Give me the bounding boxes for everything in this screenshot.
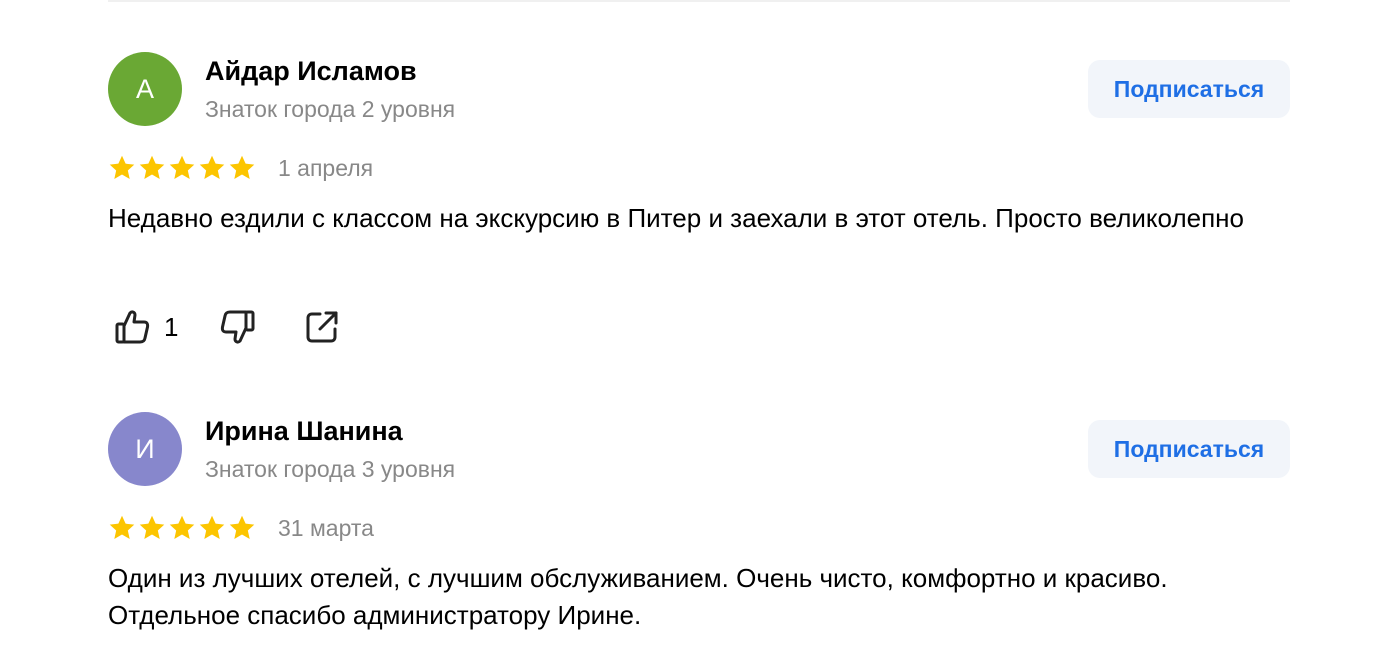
subscribe-button[interactable]: Подписаться [1088, 60, 1290, 118]
top-divider [108, 0, 1290, 2]
thumbs-up-icon [115, 310, 150, 344]
author-name[interactable]: Айдар Исламов [205, 56, 417, 87]
share-button[interactable] [302, 307, 342, 347]
author-level: Знаток города 3 уровня [205, 456, 456, 482]
star-icon [109, 515, 135, 539]
star-icon [169, 155, 195, 179]
star-icon [199, 155, 225, 179]
reviews-page: А Айдар Исламов Знаток города 2 уровня П… [0, 0, 1380, 664]
star-icon [109, 155, 135, 179]
share-icon [306, 311, 338, 343]
review-actions: 1 [108, 307, 342, 347]
like-count: 1 [164, 311, 179, 342]
review-date: 1 апреля [278, 155, 374, 181]
like-button[interactable]: 1 [112, 307, 178, 347]
rating-stars [108, 154, 256, 184]
review-text: Один из лучших отелей, с лучшим обслужив… [108, 563, 1168, 630]
review-text: Недавно ездили с классом на экскурсию в … [108, 203, 1244, 233]
rating-stars [108, 514, 256, 544]
review-date: 31 марта [278, 515, 374, 541]
subscribe-button[interactable]: Подписаться [1088, 420, 1290, 478]
author-level: Знаток города 2 уровня [205, 96, 456, 122]
thumbs-down-icon [221, 310, 255, 344]
dislike-button[interactable] [218, 307, 258, 347]
star-icon [139, 155, 165, 179]
star-icon [199, 515, 225, 539]
star-icon [139, 515, 165, 539]
star-icon [169, 515, 195, 539]
star-icon [229, 515, 255, 539]
star-icon [229, 155, 255, 179]
avatar[interactable]: А [108, 52, 182, 126]
author-name[interactable]: Ирина Шанина [205, 416, 403, 447]
avatar[interactable]: И [108, 412, 182, 486]
